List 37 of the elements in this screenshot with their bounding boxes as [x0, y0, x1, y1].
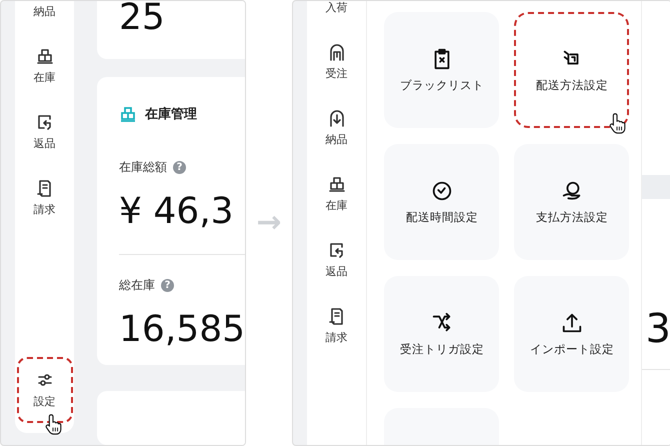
- nav-item[interactable]: 納品: [308, 95, 365, 161]
- settings-tile[interactable]: インポート設定: [514, 276, 630, 392]
- metric-label: 在庫総額: [119, 158, 168, 176]
- document-icon: [36, 179, 54, 197]
- return-box-icon: [36, 113, 54, 131]
- settings-tile[interactable]: 受注トリガ設定: [384, 276, 500, 392]
- document-icon: [328, 307, 346, 325]
- settings-tile[interactable]: 配送時間設定: [384, 144, 500, 260]
- clock-icon: [430, 180, 453, 202]
- settings-tile[interactable]: ブラックリスト: [384, 12, 500, 128]
- nav-item[interactable]: 返品: [308, 227, 365, 293]
- upload-icon: [560, 312, 583, 334]
- return-box-icon: [328, 241, 346, 259]
- nav-item[interactable]: 請求: [308, 293, 365, 359]
- metric-value: ¥ 46,3: [119, 194, 235, 230]
- nav-item[interactable]: 受注: [308, 29, 365, 95]
- partial-value: 3: [646, 309, 670, 349]
- arch-icon: [328, 43, 346, 61]
- boxes-icon: [36, 47, 54, 65]
- nav-item[interactable]: 返品: [16, 99, 73, 165]
- inbox-arch-icon: [328, 109, 346, 127]
- nav-item[interactable]: 在庫: [308, 161, 365, 227]
- nav-item[interactable]: 請求: [16, 165, 73, 231]
- nav-item[interactable]: 在庫: [16, 33, 73, 99]
- boxes-icon: [328, 175, 346, 193]
- card-title: 在庫管理: [145, 106, 198, 123]
- boxes-icon: [119, 104, 138, 123]
- summary-value: 25: [119, 1, 165, 39]
- nav-item[interactable]: 納品: [16, 1, 73, 33]
- metric-label: 総在庫: [119, 276, 156, 294]
- arrow-icon: →: [256, 208, 282, 238]
- settings-tile[interactable]: 支払方法設定: [514, 144, 630, 260]
- nav-item[interactable]: 入荷: [308, 1, 365, 29]
- shuffle-arrow-icon: [430, 312, 453, 334]
- metric-value: 16,585: [119, 312, 245, 348]
- hand-cursor-icon: [607, 112, 628, 134]
- hand-coin-icon: [560, 180, 583, 202]
